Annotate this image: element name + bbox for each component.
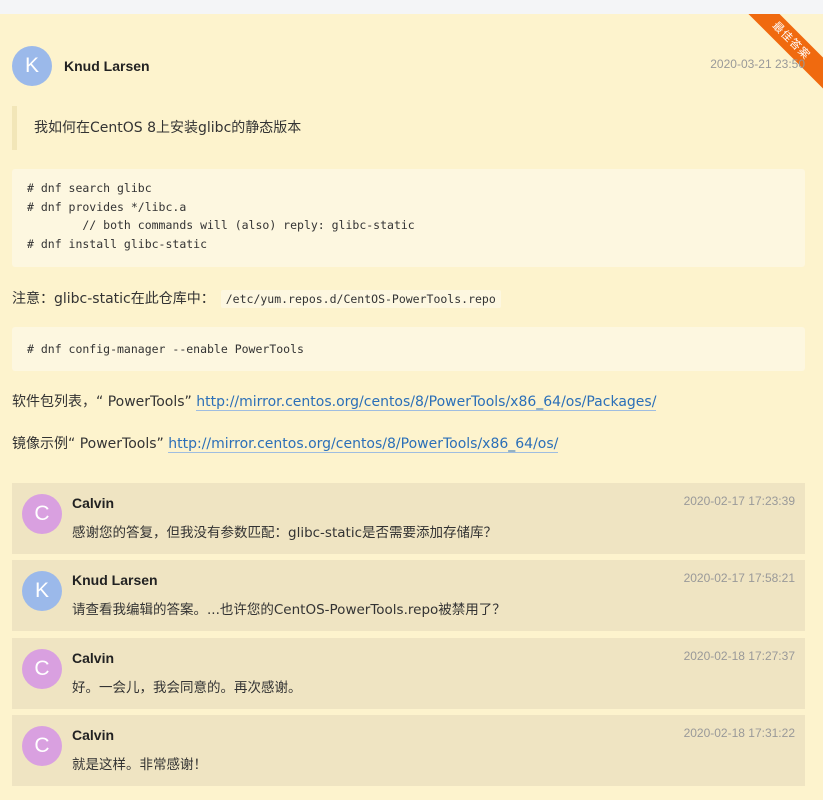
comment-author[interactable]: Calvin	[72, 727, 114, 743]
comment: C Calvin 2020-02-18 17:27:37 好。一会儿，我会同意的…	[12, 638, 805, 709]
avatar[interactable]: C	[22, 649, 62, 689]
comment-text: 请查看我编辑的答案。...也许您的CentOS-PowerTools.repo被…	[72, 602, 506, 618]
answer-card: 最佳答案 K Knud Larsen 2020-03-21 23:50 我如何在…	[0, 14, 823, 800]
repo-path-code: /etc/yum.repos.d/CentOS-PowerTools.repo	[220, 290, 501, 308]
comment: C Calvin 2020-02-18 17:31:22 就是这样。非常感谢！	[12, 715, 805, 786]
answer-date: 2020-03-21 23:50	[710, 57, 805, 71]
comment-text: 好。一会儿，我会同意的。再次感谢。	[72, 680, 302, 696]
package-list-line: 软件包列表，“ PowerTools” http://mirror.centos…	[12, 391, 657, 411]
package-list-link[interactable]: http://mirror.centos.org/centos/8/PowerT…	[196, 394, 657, 411]
code-line: # dnf config-manager --enable PowerTools	[27, 342, 304, 356]
code-block: # dnf config-manager --enable PowerTools	[12, 327, 805, 371]
code-block: # dnf search glibc # dnf provides */libc…	[12, 169, 805, 267]
comment-author[interactable]: Calvin	[72, 495, 114, 511]
repo-note-label: 注意：glibc-static在此仓库中：	[12, 291, 215, 307]
repo-note: 注意：glibc-static在此仓库中： /etc/yum.repos.d/Ce…	[12, 288, 501, 308]
mirror-line: 镜像示例“ PowerTools” http://mirror.centos.o…	[12, 433, 559, 453]
code-line: // both commands will (also) reply: glib…	[27, 218, 415, 232]
mirror-link[interactable]: http://mirror.centos.org/centos/8/PowerT…	[168, 436, 559, 453]
question-quote: 我如何在CentOS 8上安装glibc的静态版本	[12, 106, 792, 150]
comment-author[interactable]: Calvin	[72, 650, 114, 666]
mirror-label: 镜像示例“ PowerTools”	[12, 436, 164, 452]
comment: K Knud Larsen 2020-02-17 17:58:21 请查看我编辑…	[12, 560, 805, 631]
comment-date: 2020-02-17 17:58:21	[683, 571, 795, 585]
comment-date: 2020-02-18 17:31:22	[683, 726, 795, 740]
avatar[interactable]: C	[22, 726, 62, 766]
answer-author[interactable]: Knud Larsen	[64, 58, 150, 74]
comment-date: 2020-02-17 17:23:39	[683, 494, 795, 508]
code-line: # dnf provides */libc.a	[27, 199, 187, 214]
code-line: # dnf install glibc-static	[27, 236, 208, 251]
best-answer-badge: 最佳答案	[740, 14, 823, 92]
code-line: # dnf search glibc	[27, 181, 152, 195]
comment-text: 就是这样。非常感谢！	[72, 757, 207, 773]
comment-author[interactable]: Knud Larsen	[72, 572, 158, 588]
avatar[interactable]: K	[12, 46, 52, 86]
avatar[interactable]: K	[22, 571, 62, 611]
comment-date: 2020-02-18 17:27:37	[683, 649, 795, 663]
package-list-label: 软件包列表，“ PowerTools”	[12, 394, 192, 410]
comment: C Calvin 2020-02-17 17:23:39 感谢您的答复，但我没有…	[12, 483, 805, 554]
avatar[interactable]: C	[22, 494, 62, 534]
comment-text: 感谢您的答复，但我没有参数匹配：glibc-static是否需要添加存储库？	[72, 525, 497, 541]
